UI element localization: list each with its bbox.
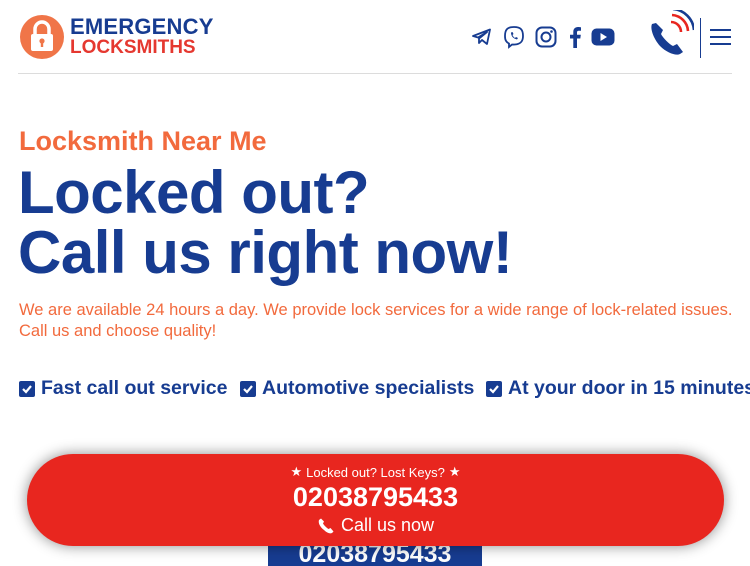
feature-label: At your door in 15 minutes! [508,377,750,399]
hero-headline-line1: Locked out? [18,159,370,226]
checkbox-check-icon [240,380,256,397]
phone-ringing-icon[interactable] [646,10,694,58]
logo-text-locksmiths[interactable]: LOCKSMITHS [70,38,196,58]
instagram-icon[interactable] [533,24,559,50]
call-now-floating-button[interactable]: ★ Locked out? Lost Keys? ★ 02038795433 C… [27,454,724,546]
hero-headline: Locked out? Call us right now! [18,159,513,286]
header-divider [700,18,701,58]
phone-icon [318,518,334,533]
callbar-cta-label: Call us now [340,515,435,535]
feature-fast-call-out: Fast call out service [19,377,227,400]
callbar-tagline-row: ★ Locked out? Lost Keys? ★ [27,464,724,480]
facebook-icon[interactable] [562,24,588,50]
feature-at-your-door: At your door in 15 minutes! [486,377,750,400]
site-header: EMERGENCY LOCKSMITHS [0,0,750,75]
callbar-tagline: Locked out? Lost Keys? [306,464,445,480]
star-icon: ★ [448,464,461,479]
logo-text-emergency[interactable]: EMERGENCY [70,15,214,39]
viber-icon[interactable] [501,24,527,50]
hero-kicker: Locksmith Near Me [19,126,267,156]
header-divider-line [18,73,732,74]
checkbox-check-icon [486,380,502,397]
callbar-cta-row[interactable]: Call us now [27,515,724,536]
hero-headline-line2: Call us right now! [18,219,513,286]
feature-label: Automotive specialists [262,377,475,399]
star-icon: ★ [290,464,303,479]
callbar-phone-number[interactable]: 02038795433 [27,482,724,513]
feature-label: Fast call out service [41,377,228,399]
youtube-icon[interactable] [590,24,616,50]
padlock-logo-icon[interactable] [19,14,65,60]
feature-automotive: Automotive specialists [240,377,474,400]
hero-description: We are available 24 hours a day. We prov… [19,301,733,340]
hamburger-menu-icon[interactable] [709,27,733,47]
telegram-icon[interactable] [469,24,495,50]
checkbox-check-icon [19,380,35,397]
